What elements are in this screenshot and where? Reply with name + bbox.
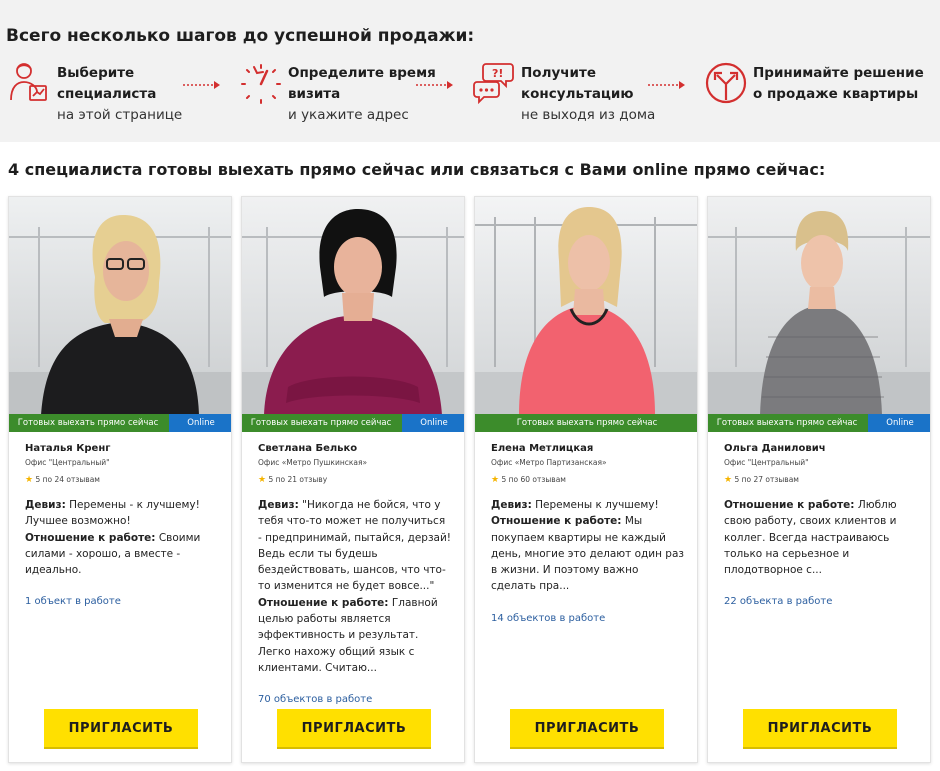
dotted-arrow-icon: [416, 81, 453, 89]
motto-text: Перемены к лучшему!: [535, 499, 659, 511]
status-bar: Готовых выехать прямо сейчас: [475, 414, 697, 432]
specialist-photo: [9, 197, 231, 415]
step-bold-1: Выберите: [57, 65, 135, 81]
star-icon: ★: [258, 475, 267, 485]
step-normal: не выходя из дома: [521, 107, 656, 123]
objects-in-work-link[interactable]: 14 объектов в работе: [491, 613, 685, 624]
ready-label: Готовых выехать прямо сейчас: [516, 418, 658, 428]
motto-text: "Никогда не бойся, что у тебя что-то мож…: [258, 499, 452, 593]
specialist-description: Девиз: Перемены к лучшему! Отношение к р…: [491, 497, 685, 595]
attitude-label: Отношение к работе:: [25, 531, 156, 544]
attitude-label: Отношение к работе:: [258, 596, 389, 609]
specialist-card: Готовых выехать прямо сейчас Online Ольг…: [707, 196, 931, 763]
online-badge: Online: [402, 414, 464, 432]
online-badge: Online: [169, 414, 231, 432]
specialist-office: Офис "Центральный": [724, 458, 809, 467]
step-bold-2: специалиста: [57, 86, 157, 102]
specialist-description: Отношение к работе: Люблю свою работу, с…: [724, 497, 918, 578]
attitude-label: Отношение к работе:: [491, 515, 622, 528]
consult-chat-icon: ?!: [473, 63, 514, 105]
specialists-title: 4 специалиста готовы выехать прямо сейча…: [8, 160, 826, 179]
status-bar: Готовых выехать прямо сейчас Online: [708, 414, 930, 432]
invite-button[interactable]: ПРИГЛАСИТЬ: [743, 709, 897, 747]
specialist-office: Офис «Метро Пушкинская»: [258, 458, 368, 467]
motto-label: Девиз:: [491, 499, 532, 511]
specialist-card: Готовых выехать прямо сейчас Елена Метли…: [474, 196, 698, 763]
specialist-office: Офис "Центральный": [25, 458, 110, 467]
rating-text: 5 по 21 отзыву: [268, 475, 328, 484]
step-bold-2: о продаже квартиры: [753, 86, 919, 102]
objects-in-work-link[interactable]: 22 объекта в работе: [724, 596, 918, 607]
invite-button[interactable]: ПРИГЛАСИТЬ: [277, 709, 431, 747]
ready-label: Готовых выехать прямо сейчас: [250, 418, 392, 428]
rating-text: 5 по 27 отзывам: [734, 475, 799, 484]
specialist-office: Офис «Метро Партизанская»: [491, 458, 607, 467]
specialist-photo: [242, 197, 464, 415]
dotted-arrow-icon: [183, 81, 220, 89]
specialist-card: Готовых выехать прямо сейчас Online Ната…: [8, 196, 232, 763]
dotted-arrow-icon: [648, 81, 685, 89]
star-icon: ★: [25, 475, 34, 485]
rating-text: 5 по 24 отзывам: [35, 475, 100, 484]
rating-text: 5 по 60 отзывам: [501, 475, 566, 484]
ready-label: Готовых выехать прямо сейчас: [716, 418, 858, 428]
specialist-description: Девиз: "Никогда не бойся, что у тебя что…: [258, 497, 452, 676]
step-normal: на этой странице: [57, 107, 183, 123]
motto-label: Девиз:: [258, 499, 299, 511]
specialist-card: Готовых выехать прямо сейчас Online Свет…: [241, 196, 465, 763]
specialist-name: Елена Метлицкая: [491, 443, 594, 454]
ready-label: Готовых выехать прямо сейчас: [17, 418, 159, 428]
status-bar: Готовых выехать прямо сейчас Online: [9, 414, 231, 432]
status-bar: Готовых выехать прямо сейчас Online: [242, 414, 464, 432]
crossroads-icon: [705, 62, 747, 104]
specialist-description: Девиз: Перемены - к лучшему! Лучшее возм…: [25, 497, 219, 578]
specialist-rating: ★ 5 по 27 отзывам: [724, 475, 918, 485]
step-normal: и укажите адрес: [288, 107, 409, 123]
specialist-rating: ★ 5 по 21 отзыву: [258, 475, 452, 485]
invite-button[interactable]: ПРИГЛАСИТЬ: [510, 709, 664, 747]
step-bold-2: консультацию: [521, 86, 634, 102]
specialist-name: Ольга Данилович: [724, 443, 826, 454]
invite-button[interactable]: ПРИГЛАСИТЬ: [44, 709, 198, 747]
objects-in-work-link[interactable]: 70 объектов в работе: [258, 694, 452, 705]
stopwatch-icon: [241, 64, 281, 104]
star-icon: ★: [491, 475, 500, 485]
objects-in-work-link[interactable]: 1 объект в работе: [25, 596, 219, 607]
specialist-name: Светлана Белько: [258, 443, 358, 454]
step-bold-1: Принимайте решение: [753, 65, 924, 81]
specialist-rating: ★ 5 по 60 отзывам: [491, 475, 685, 485]
specialist-name: Наталья Кренг: [25, 443, 111, 454]
svg-text:?!: ?!: [492, 67, 503, 80]
specialist-photo: [708, 197, 930, 415]
attitude-label: Отношение к работе:: [724, 499, 855, 511]
specialist-photo: [475, 197, 697, 415]
step-bold-1: Получите: [521, 65, 596, 81]
steps-title: Всего несколько шагов до успешной продаж…: [6, 26, 475, 46]
star-icon: ★: [724, 475, 733, 485]
specialist-rating: ★ 5 по 24 отзывам: [25, 475, 219, 485]
specialist-icon: [10, 63, 47, 101]
online-badge: Online: [868, 414, 930, 432]
motto-label: Девиз:: [25, 499, 66, 511]
